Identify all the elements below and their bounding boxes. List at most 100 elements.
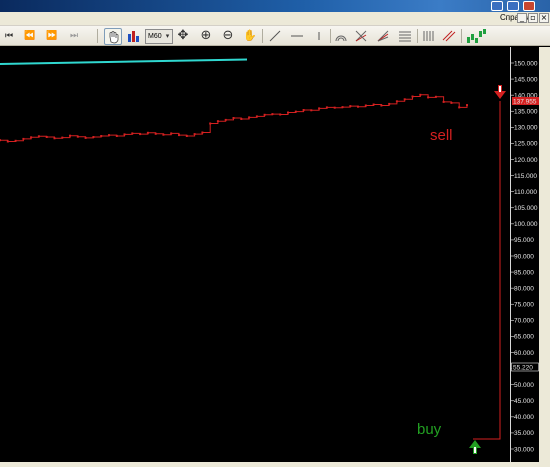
current-price-label: 137.955 (513, 99, 537, 106)
price-point (411, 95, 414, 98)
price-point (287, 111, 289, 114)
price-point (123, 133, 126, 136)
price-point (76, 135, 79, 138)
price-point (14, 139, 17, 142)
price-point (162, 133, 165, 136)
buy-label: buy (417, 421, 442, 438)
price-point (100, 135, 103, 137)
channel-glyph (442, 30, 456, 42)
channel-icon[interactable] (442, 29, 456, 43)
bar-chart-icon[interactable] (126, 29, 140, 43)
indicators-icon[interactable] (466, 29, 488, 43)
price-point (294, 110, 297, 113)
fibonacci-fan-glyph (377, 30, 389, 42)
pan-hand-icon[interactable]: ✋ (243, 29, 257, 43)
price-point (419, 93, 422, 96)
price-axis-ticks: 150.000145.000140.000135.000130.000125.0… (511, 60, 538, 453)
axis-tick-label: 105.000 (514, 205, 538, 212)
price-point (395, 100, 398, 103)
price-point (131, 132, 134, 135)
gann-fan-icon[interactable] (354, 29, 368, 43)
zoom-out-icon[interactable]: ⊖ (221, 29, 235, 43)
indicator-line (0, 58, 248, 65)
price-point (442, 100, 445, 103)
mdi-close-button[interactable]: × (539, 13, 549, 23)
axis-tick-label: 135.000 (514, 109, 538, 116)
fibonacci-retracement-glyph (399, 31, 411, 42)
price-point (263, 113, 266, 116)
price-point (341, 106, 344, 109)
fibonacci-fan-icon[interactable] (376, 29, 390, 43)
mdi-restore-button[interactable]: ▫ (528, 13, 538, 23)
toolbar-separator (97, 29, 98, 43)
price-point (22, 137, 25, 140)
hand-pointer-button[interactable] (104, 28, 122, 45)
axis-tick-label: 120.000 (514, 157, 538, 164)
price-point (170, 132, 173, 135)
vertical-line-icon[interactable] (312, 29, 326, 43)
price-point (232, 117, 235, 119)
price-point (209, 122, 212, 125)
price-point (325, 106, 328, 109)
toolbar-separator (262, 29, 263, 43)
axis-tick-label: 65.000 (514, 334, 534, 341)
level-label: 55.220 (513, 365, 533, 372)
fibonacci-retracement-icon[interactable] (398, 29, 412, 43)
axis-tick-label: 125.000 (514, 141, 538, 148)
price-point (333, 106, 336, 109)
axis-tick-label: 100.000 (514, 221, 538, 228)
price-point (69, 134, 71, 137)
buy-arrow-icon (469, 440, 481, 454)
mdi-minimize-button[interactable]: _ (517, 13, 527, 23)
price-axis-canvas: 150.000145.000140.000135.000130.000125.0… (511, 60, 539, 453)
title-minimize-button[interactable] (491, 1, 503, 11)
price-points (0, 93, 468, 143)
title-close-button[interactable] (523, 1, 535, 11)
price-point (372, 103, 375, 106)
price-point (466, 104, 468, 107)
price-point (240, 118, 243, 120)
zoom-in-icon[interactable]: ⊕ (199, 29, 213, 43)
skip-to-end-icon[interactable]: ⏭ (68, 29, 80, 43)
price-point (271, 113, 274, 116)
title-maximize-button[interactable] (507, 1, 519, 11)
axis-tick-label: 30.000 (514, 446, 534, 453)
timeframe-value: M60 (148, 33, 162, 40)
price-point (37, 135, 40, 138)
trend-line-icon[interactable] (268, 29, 282, 43)
price-point (364, 104, 367, 107)
price-point (53, 137, 56, 140)
axis-tick-label: 145.000 (514, 76, 538, 83)
chart-toolbar: ⏮ ⏪ ⏩ ⏭ M60 ▾ ✥ ⊕ ⊖ ✋ (0, 26, 550, 46)
sell-arrow-icon (494, 85, 506, 99)
axis-tick-label: 115.000 (514, 173, 537, 180)
timeframe-dropdown-icon[interactable]: ▾ (163, 29, 172, 43)
price-point (318, 107, 321, 110)
step-back-icon[interactable]: ⏪ (24, 29, 36, 43)
price-point (30, 136, 33, 139)
price-point (61, 136, 64, 139)
price-point (434, 95, 437, 98)
bar-chart-glyph (128, 31, 139, 42)
horizontal-line-icon[interactable] (290, 29, 304, 43)
toolbar-separator (330, 29, 331, 43)
skip-to-start-icon[interactable]: ⏮ (3, 29, 15, 43)
price-chart[interactable]: sell buy (0, 47, 510, 462)
fibonacci-arcs-icon[interactable] (334, 29, 348, 43)
crosshair-move-icon[interactable]: ✥ (176, 29, 190, 43)
step-forward-icon[interactable]: ⏩ (46, 29, 58, 43)
fibonacci-arcs-glyph (335, 35, 347, 42)
price-point (310, 109, 313, 112)
price-point (178, 134, 180, 137)
toolbar-separator (417, 29, 418, 43)
axis-tick-label: 150.000 (514, 60, 538, 67)
gann-fan-glyph (355, 30, 367, 42)
cycle-lines-icon[interactable] (421, 29, 435, 43)
price-axis[interactable]: 150.000 145.000 140.000 135.000 130.000 125.0… (510, 47, 539, 462)
indicators-glyph (467, 29, 486, 43)
axis-tick-label: 60.000 (514, 350, 534, 357)
axis-tick-label: 40.000 (514, 414, 534, 421)
menu-bar: Справка _ ▫ × (0, 12, 550, 26)
price-point (0, 139, 1, 142)
price-chart-canvas: sell buy (0, 58, 506, 454)
